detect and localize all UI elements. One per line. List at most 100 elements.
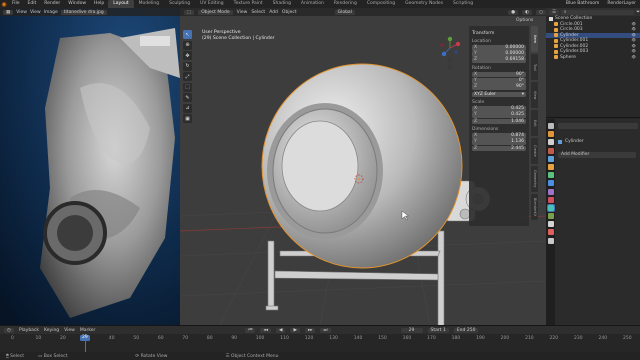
menu-edit[interactable]: Edit bbox=[24, 0, 41, 8]
properties-tab-icon[interactable] bbox=[546, 203, 555, 212]
menu-view[interactable]: View bbox=[16, 10, 27, 15]
dimensions-y-field[interactable]: Y 1.136 bbox=[472, 139, 526, 145]
tab-geometry-nodes[interactable]: Geometry Nodes bbox=[400, 0, 448, 8]
move-tool-icon[interactable]: ✥ bbox=[183, 51, 192, 60]
3d-viewport[interactable]: ⬚ Object Mode View Select Add Object Glo… bbox=[180, 8, 546, 325]
shading-material-button[interactable]: ◐ bbox=[522, 9, 533, 15]
properties-tab-icon[interactable] bbox=[547, 139, 554, 146]
tab-geometry[interactable]: Geometry bbox=[531, 166, 538, 192]
transform-tool-icon[interactable]: ⬚ bbox=[183, 82, 192, 92]
rotation-x-field[interactable]: X 90° bbox=[472, 71, 526, 78]
navigation-gizmo[interactable] bbox=[438, 36, 462, 74]
menu-playback[interactable]: Playback bbox=[19, 328, 39, 333]
measure-tool-icon[interactable]: ⊿ bbox=[183, 103, 192, 113]
dimensions-z-field[interactable]: Z 2.445 bbox=[472, 145, 526, 151]
jump-start-icon[interactable]: ⏮ bbox=[245, 327, 256, 333]
current-frame-field[interactable]: 29 bbox=[400, 327, 423, 333]
location-x-field[interactable]: X 0.00000 bbox=[472, 45, 526, 51]
add-modifier-button[interactable]: Add Modifier bbox=[558, 152, 636, 158]
transform-header[interactable]: Transform bbox=[472, 31, 526, 36]
menu-select[interactable]: Select bbox=[251, 10, 265, 15]
tab-create[interactable]: Create bbox=[531, 138, 538, 164]
filter-icon[interactable]: ⏷ bbox=[636, 9, 640, 15]
play-icon[interactable]: ▶ bbox=[290, 327, 300, 333]
properties-tab-icon[interactable] bbox=[547, 172, 554, 179]
tab-view[interactable]: View bbox=[531, 82, 538, 108]
image-filename[interactable]: titanedive dra.jpg bbox=[60, 9, 107, 15]
menu-view-2[interactable]: View bbox=[30, 10, 41, 15]
menu-file[interactable]: File bbox=[8, 0, 24, 8]
outliner-type-button[interactable]: ☰ bbox=[549, 9, 560, 15]
view-layer-selector[interactable]: RenderLayer bbox=[603, 0, 640, 8]
shading-solid-button[interactable]: ● bbox=[508, 9, 519, 15]
scale-x-field[interactable]: X 0.425 bbox=[472, 106, 526, 112]
cursor-tool-icon[interactable]: ⊕ bbox=[183, 40, 192, 50]
next-key-icon[interactable]: ▸▸ bbox=[304, 327, 316, 333]
properties-search-input[interactable] bbox=[558, 123, 638, 129]
visibility-icon[interactable]: 👁 bbox=[632, 55, 636, 61]
menu-render[interactable]: Render bbox=[40, 0, 64, 8]
tab-texture-paint[interactable]: Texture Paint bbox=[229, 0, 268, 8]
scale-y-field[interactable]: Y 0.425 bbox=[472, 112, 526, 118]
tab-modeling[interactable]: Modeling bbox=[134, 0, 164, 8]
menu-window[interactable]: Window bbox=[64, 0, 90, 8]
menu-object[interactable]: Object bbox=[282, 10, 297, 15]
tab-tool[interactable]: Tool bbox=[531, 54, 538, 80]
jump-end-icon[interactable]: ⏭ bbox=[320, 327, 331, 333]
properties-tab-icon[interactable] bbox=[547, 163, 554, 170]
playhead-frame-label[interactable]: 29 bbox=[79, 335, 90, 341]
options-button[interactable]: Options bbox=[516, 18, 533, 23]
tab-compositing[interactable]: Compositing bbox=[362, 0, 400, 8]
tab-shading[interactable]: Shading bbox=[268, 0, 296, 8]
tab-blenderkit[interactable]: BlenderKit bbox=[531, 194, 538, 220]
outliner-item[interactable]: Sphere 👁 bbox=[546, 55, 640, 61]
properties-tab-icon[interactable] bbox=[547, 147, 554, 154]
properties-tab-icon[interactable] bbox=[547, 180, 554, 187]
end-frame-field[interactable]: End 250 bbox=[453, 327, 479, 333]
outliner-search-input[interactable]: ⌕ bbox=[561, 9, 635, 15]
prev-key-icon[interactable]: ◂◂ bbox=[260, 327, 271, 333]
properties-tab-icon[interactable] bbox=[547, 229, 554, 236]
tab-item[interactable]: Item bbox=[531, 26, 538, 52]
menu-view[interactable]: View bbox=[237, 10, 248, 15]
select-tool-icon[interactable]: ↖ bbox=[183, 30, 192, 39]
properties-tab-icon[interactable] bbox=[547, 131, 554, 138]
properties-tab-icon[interactable] bbox=[547, 196, 554, 203]
shading-render-button[interactable]: ○ bbox=[536, 9, 546, 15]
menu-view[interactable]: View bbox=[64, 328, 75, 333]
tab-edit[interactable]: Edit bbox=[531, 110, 538, 136]
add-cube-tool-icon[interactable]: ▣ bbox=[183, 114, 192, 123]
properties-tab-icon[interactable] bbox=[547, 213, 554, 220]
tab-layout[interactable]: Layout bbox=[108, 0, 134, 8]
play-reverse-icon[interactable]: ◀ bbox=[276, 327, 286, 333]
start-frame-field[interactable]: Start 1 bbox=[427, 327, 449, 333]
menu-help[interactable]: Help bbox=[90, 0, 108, 8]
timeline-track[interactable]: 0102030405060708090100110120130140150160… bbox=[0, 334, 640, 352]
tab-scripting[interactable]: Scripting bbox=[448, 0, 478, 8]
rotate-tool-icon[interactable]: ↻ bbox=[183, 61, 192, 71]
scale-tool-icon[interactable]: ⤢ bbox=[183, 72, 192, 81]
tab-uv-editing[interactable]: UV Editing bbox=[195, 0, 228, 8]
rotation-mode-select[interactable]: XYZ Euler ▾ bbox=[472, 91, 526, 98]
properties-tab-icon[interactable] bbox=[547, 221, 554, 228]
rotation-z-field[interactable]: Z 90° bbox=[472, 84, 526, 90]
mode-selector[interactable]: Object Mode bbox=[198, 9, 233, 15]
orientation-selector[interactable]: Global bbox=[334, 9, 355, 15]
editor-type-button[interactable]: ⬚ bbox=[184, 9, 195, 15]
scene-selector[interactable]: Blue Bathroom bbox=[562, 0, 604, 8]
menu-keying[interactable]: Keying bbox=[44, 328, 59, 333]
dimensions-x-field[interactable]: X 0.874 bbox=[472, 133, 526, 139]
properties-tab-icon[interactable] bbox=[547, 237, 554, 244]
blender-logo-icon[interactable]: ◉ bbox=[0, 0, 8, 8]
tab-sculpting[interactable]: Sculpting bbox=[164, 0, 195, 8]
rotation-y-field[interactable]: Y 0° bbox=[472, 78, 526, 84]
tab-animation[interactable]: Animation bbox=[296, 0, 329, 8]
properties-tab-icon[interactable] bbox=[547, 188, 554, 195]
tab-rendering[interactable]: Rendering bbox=[329, 0, 362, 8]
scale-z-field[interactable]: Z 1.046 bbox=[472, 118, 526, 125]
menu-image[interactable]: Image bbox=[44, 10, 58, 15]
location-y-field[interactable]: Y 0.00000 bbox=[472, 51, 526, 57]
menu-marker[interactable]: Marker bbox=[80, 328, 96, 333]
menu-add[interactable]: Add bbox=[269, 10, 278, 15]
timeline-type-button[interactable]: ◷ bbox=[4, 327, 14, 333]
